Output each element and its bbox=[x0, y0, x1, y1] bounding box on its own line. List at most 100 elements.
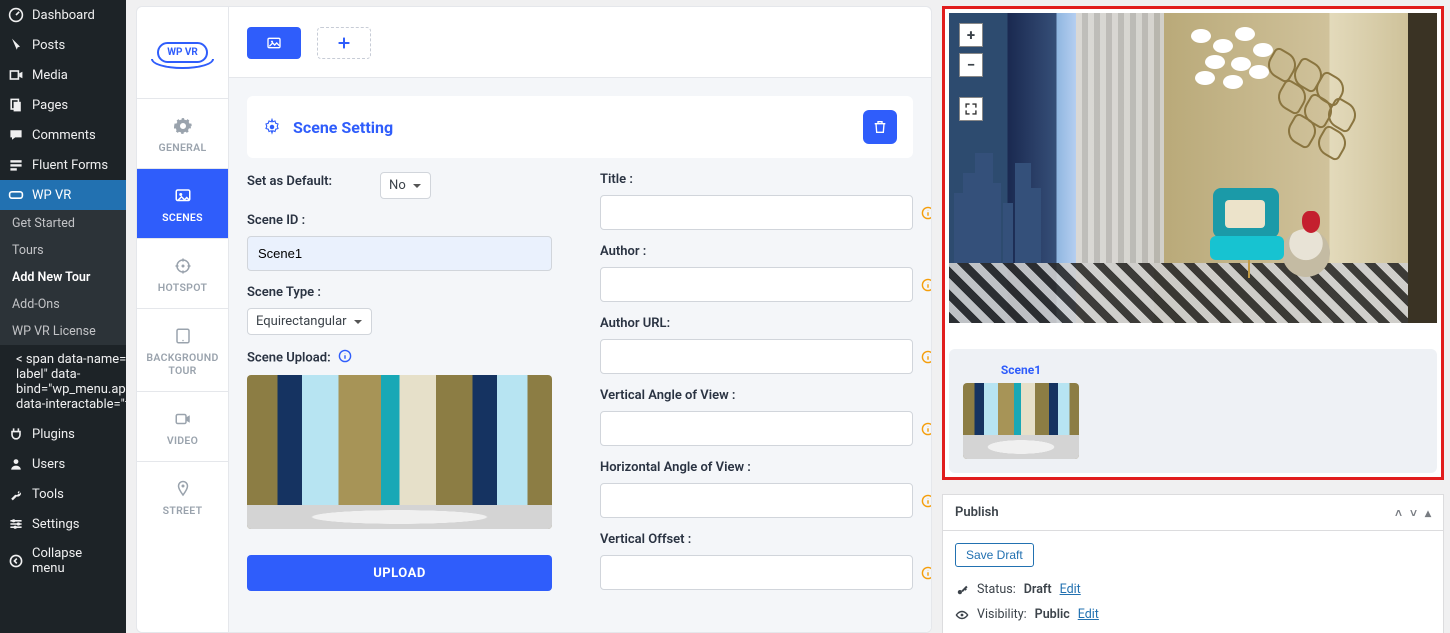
menu-pages[interactable]: Pages bbox=[0, 90, 126, 120]
status-row: Status: Draft Edit bbox=[955, 577, 1431, 602]
pages-icon bbox=[8, 97, 24, 113]
zoom-in-button[interactable]: + bbox=[959, 23, 983, 47]
scene-tab-current[interactable] bbox=[247, 27, 301, 59]
chevron-down-icon bbox=[353, 317, 363, 327]
info-icon[interactable] bbox=[338, 352, 352, 367]
scene-tab-bar bbox=[229, 7, 931, 78]
form-col-left: Set as Default: No Scene ID : bbox=[247, 172, 560, 605]
author-url-input[interactable] bbox=[600, 339, 913, 374]
tab-hotspot[interactable]: HOTSPOT bbox=[137, 239, 228, 309]
video-icon bbox=[174, 410, 192, 428]
menu-label: Settings bbox=[32, 517, 79, 532]
menu-dashboard[interactable]: Dashboard bbox=[0, 0, 126, 30]
submenu-add-new-tour[interactable]: Add New Tour bbox=[0, 264, 126, 291]
menu-label: Collapse menu bbox=[32, 546, 118, 576]
publish-header: Publish ˄ ˅ ▴ bbox=[943, 495, 1443, 531]
panel-up-icon[interactable]: ˄ bbox=[1395, 506, 1402, 520]
menu-label: Tools bbox=[32, 487, 64, 502]
field-label: Author URL: bbox=[600, 316, 913, 331]
gear-icon bbox=[174, 117, 192, 135]
menu-label: Dashboard bbox=[32, 8, 95, 23]
collapse-icon bbox=[8, 553, 24, 569]
menu-comments[interactable]: Comments bbox=[0, 120, 126, 150]
upload-button[interactable]: UPLOAD bbox=[247, 555, 552, 591]
menu-posts[interactable]: Posts bbox=[0, 30, 126, 60]
scene-type-select[interactable]: Equirectangular bbox=[247, 308, 372, 335]
submenu-tours[interactable]: Tours bbox=[0, 237, 126, 264]
add-scene-button[interactable] bbox=[317, 27, 371, 59]
submenu-license[interactable]: WP VR License bbox=[0, 318, 126, 345]
eye-icon bbox=[955, 608, 969, 622]
menu-tools[interactable]: Tools bbox=[0, 479, 126, 509]
visibility-edit-link[interactable]: Edit bbox=[1078, 607, 1099, 622]
sliders-icon bbox=[8, 516, 24, 532]
visibility-value: Public bbox=[1035, 607, 1070, 622]
menu-collapse[interactable]: Collapse menu bbox=[0, 539, 126, 583]
menu-label: Users bbox=[32, 457, 65, 472]
menu-label: Media bbox=[32, 68, 68, 83]
schedule-row: Publish immediately Edit bbox=[955, 627, 1431, 633]
vangle-input[interactable] bbox=[600, 411, 913, 446]
form-icon bbox=[8, 157, 24, 173]
field-author-url: Author URL: bbox=[600, 316, 913, 374]
menu-media[interactable]: Media bbox=[0, 60, 126, 90]
info-icon[interactable] bbox=[921, 566, 931, 580]
side-column: + − Scene1 Publish ˄ ˅ bbox=[942, 6, 1444, 633]
tab-label: SCENES bbox=[162, 211, 203, 224]
field-scene-id: Scene ID : bbox=[247, 213, 560, 271]
info-icon[interactable] bbox=[921, 278, 931, 292]
title-input[interactable] bbox=[600, 195, 913, 230]
voffset-input[interactable] bbox=[600, 555, 913, 590]
visibility-label: Visibility: bbox=[977, 607, 1027, 622]
menu-appearance[interactable]: < span data-name="menu-label" data-bind=… bbox=[0, 345, 126, 419]
info-icon[interactable] bbox=[921, 206, 931, 220]
info-icon[interactable] bbox=[921, 422, 931, 436]
info-icon[interactable] bbox=[921, 350, 931, 364]
submenu-get-started[interactable]: Get Started bbox=[0, 210, 126, 237]
zoom-out-button[interactable]: − bbox=[959, 53, 983, 77]
vr-icon bbox=[8, 187, 24, 203]
field-vertical-angle: Vertical Angle of View : bbox=[600, 388, 913, 446]
submenu-add-ons[interactable]: Add-Ons bbox=[0, 291, 126, 318]
editor-vertical-tabs: WP VR GENERAL SCENES HOTSPOT bbox=[137, 7, 229, 632]
menu-fluent-forms[interactable]: Fluent Forms bbox=[0, 150, 126, 180]
info-icon[interactable] bbox=[921, 494, 931, 508]
tab-label: STREET bbox=[163, 504, 203, 517]
menu-wpvr[interactable]: WP VR bbox=[0, 180, 126, 210]
author-input[interactable] bbox=[600, 267, 913, 302]
tab-street[interactable]: STREET bbox=[137, 462, 228, 531]
field-label: Scene Upload: bbox=[247, 349, 560, 367]
menu-users[interactable]: Users bbox=[0, 449, 126, 479]
field-title: Title : bbox=[600, 172, 913, 230]
status-value: Draft bbox=[1024, 582, 1052, 597]
tab-scenes[interactable]: SCENES bbox=[137, 169, 228, 239]
tab-background-tour[interactable]: BACKGROUND TOUR bbox=[137, 309, 228, 392]
gear-icon bbox=[263, 118, 281, 136]
tab-video[interactable]: VIDEO bbox=[137, 392, 228, 462]
publish-metabox: Publish ˄ ˅ ▴ Save Draft Status: Draft E… bbox=[942, 494, 1444, 633]
default-select[interactable]: No bbox=[380, 172, 431, 199]
field-vertical-offset: Vertical Offset : bbox=[600, 532, 913, 590]
preview-controls: + − bbox=[959, 23, 983, 121]
preview-canvas[interactable]: + − bbox=[949, 13, 1437, 323]
hangle-input[interactable] bbox=[600, 483, 913, 518]
panel-toggle-icon[interactable]: ▴ bbox=[1425, 506, 1431, 520]
save-draft-button[interactable]: Save Draft bbox=[955, 543, 1034, 567]
status-edit-link[interactable]: Edit bbox=[1060, 582, 1081, 597]
delete-scene-button[interactable] bbox=[863, 110, 897, 144]
menu-plugins[interactable]: Plugins bbox=[0, 419, 126, 449]
field-label: Scene Type : bbox=[247, 285, 560, 300]
field-author: Author : bbox=[600, 244, 913, 302]
scene-id-input[interactable] bbox=[247, 236, 552, 271]
menu-settings[interactable]: Settings bbox=[0, 509, 126, 539]
scene-thumbnail[interactable]: Scene1 bbox=[963, 363, 1079, 459]
tab-label: HOTSPOT bbox=[158, 281, 207, 294]
upload-preview[interactable] bbox=[247, 375, 552, 529]
user-icon bbox=[8, 456, 24, 472]
media-icon bbox=[8, 67, 24, 83]
tab-general[interactable]: GENERAL bbox=[137, 99, 228, 169]
fullscreen-button[interactable] bbox=[959, 97, 983, 121]
editor-body: Scene Setting Set as Default: N bbox=[229, 7, 931, 632]
publish-title: Publish bbox=[955, 505, 999, 520]
panel-down-icon[interactable]: ˅ bbox=[1410, 506, 1417, 520]
